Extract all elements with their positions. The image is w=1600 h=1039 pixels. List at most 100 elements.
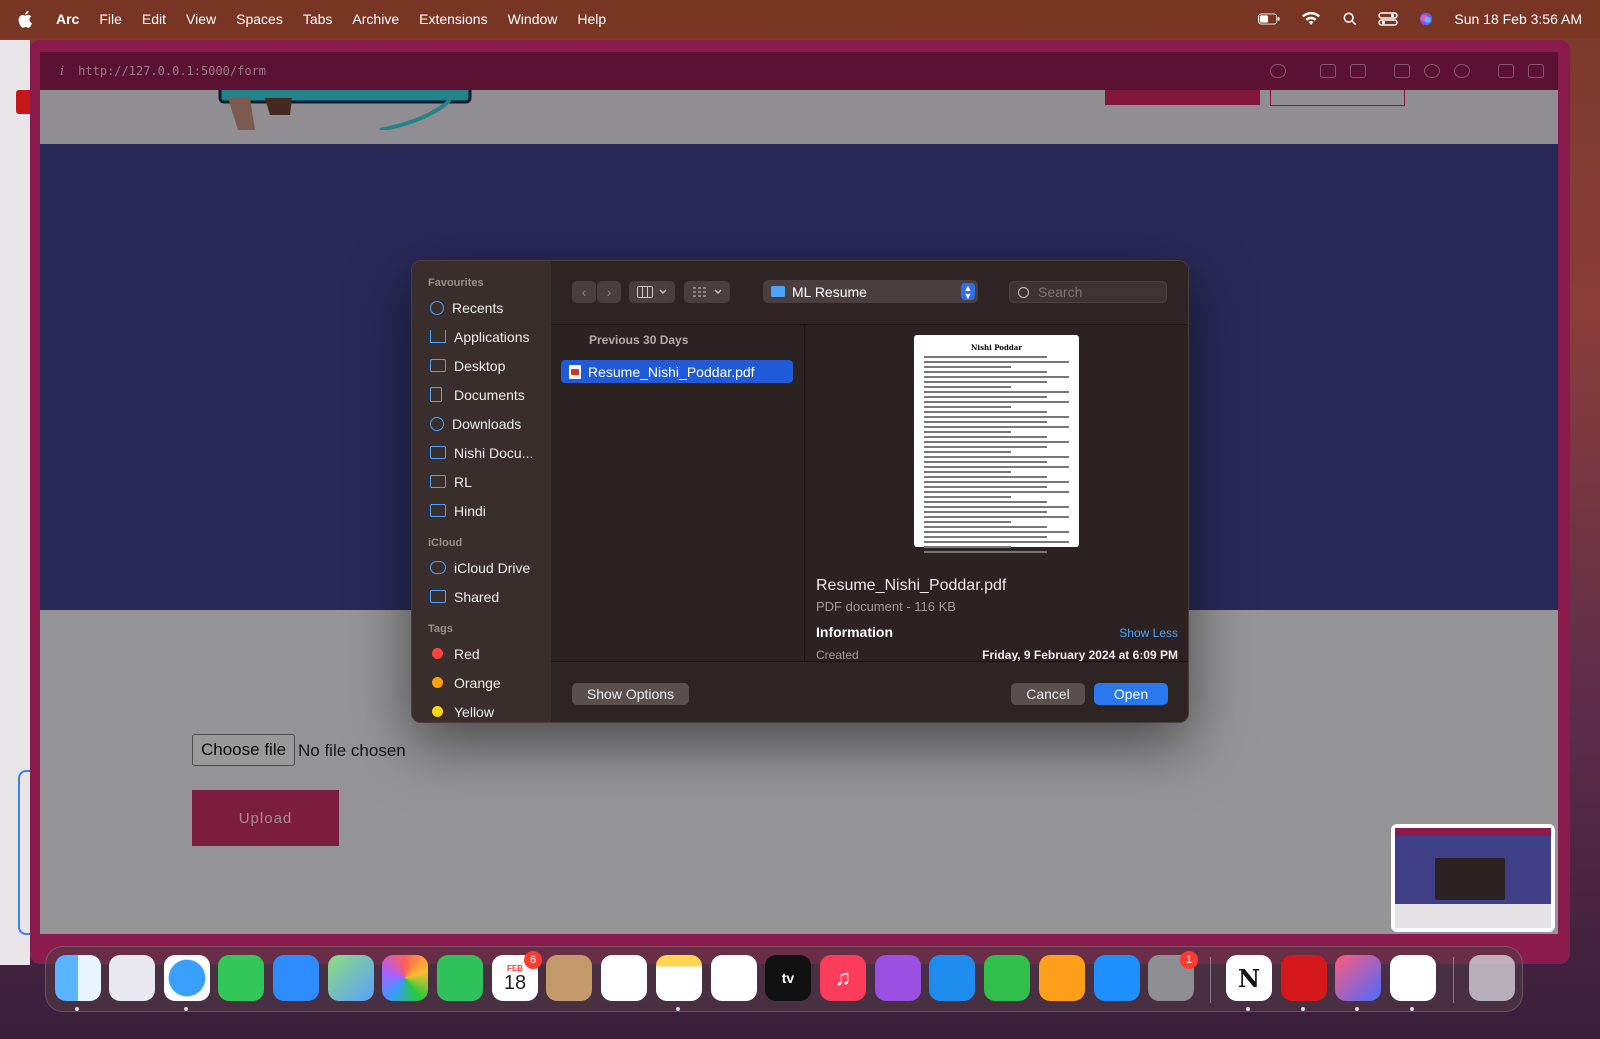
music-icon[interactable]: ♫ xyxy=(820,955,866,1001)
podcasts-icon[interactable] xyxy=(875,955,921,1001)
facetime-icon[interactable] xyxy=(437,955,483,1001)
trash-icon[interactable] xyxy=(1469,955,1515,1001)
capture-icon[interactable] xyxy=(1320,64,1336,78)
notes-icon[interactable] xyxy=(656,955,702,1001)
messages-icon[interactable] xyxy=(218,955,264,1001)
header-primary-button[interactable] xyxy=(1105,90,1260,105)
date-group-heading: Previous 30 Days xyxy=(589,333,689,347)
cancel-button[interactable]: Cancel xyxy=(1011,683,1085,705)
folder-icon xyxy=(771,286,785,297)
url-bar[interactable]: i http://127.0.0.1:5000/form xyxy=(40,52,1558,90)
sidebar-item-label: Yellow xyxy=(454,703,494,720)
file-status-text: No file chosen xyxy=(298,741,406,760)
dialog-search-field[interactable]: Search xyxy=(1009,281,1167,303)
reminders-icon[interactable] xyxy=(601,955,647,1001)
file-name: Resume_Nishi_Poddar.pdf xyxy=(588,363,755,380)
sidebar-item-downloads[interactable]: Downloads xyxy=(412,409,551,438)
menu-view[interactable]: View xyxy=(186,11,216,27)
file-column: Previous 30 Days Resume_Nishi_Poddar.pdf xyxy=(551,325,805,661)
apple-icon[interactable] xyxy=(18,10,34,28)
location-popup[interactable]: ML Resume ▲ ▼ xyxy=(763,280,978,303)
sidebar-item-label: Red xyxy=(454,645,480,662)
copy-link-icon[interactable] xyxy=(1270,64,1286,78)
acrobat-tab-icon xyxy=(16,90,30,114)
arc-icon[interactable] xyxy=(1335,955,1381,1001)
globe-icon[interactable] xyxy=(1424,64,1440,78)
battery-icon[interactable] xyxy=(1258,12,1280,26)
sidebar-tag-orange[interactable]: Orange xyxy=(412,668,551,697)
upload-button[interactable]: Upload xyxy=(192,790,339,846)
column-view-button[interactable] xyxy=(629,281,675,303)
site-info-icon[interactable]: i xyxy=(60,64,64,79)
split-view-icon[interactable] xyxy=(1528,64,1544,78)
menu-app-name[interactable]: Arc xyxy=(56,11,79,27)
grid-icon xyxy=(693,287,707,297)
camera-icon[interactable] xyxy=(1350,64,1366,78)
finder-icon[interactable] xyxy=(55,955,101,1001)
menu-file[interactable]: File xyxy=(99,11,122,27)
sidebar-item-icloud-drive[interactable]: iCloud Drive xyxy=(412,553,551,582)
sidebar-tag-red[interactable]: Red xyxy=(412,639,551,668)
notion-icon[interactable]: N xyxy=(1226,955,1272,1001)
menu-bar-clock[interactable]: Sun 18 Feb 3:56 AM xyxy=(1454,11,1582,27)
acrobat-icon[interactable] xyxy=(1281,955,1327,1001)
numbers-icon[interactable] xyxy=(984,955,1030,1001)
columns-icon xyxy=(637,286,653,298)
orange-tag-dot-icon xyxy=(432,677,443,688)
menu-extensions[interactable]: Extensions xyxy=(419,11,487,27)
clock-icon xyxy=(430,300,444,315)
sidebar-item-documents[interactable]: Documents xyxy=(412,380,551,409)
menu-help[interactable]: Help xyxy=(577,11,606,27)
launchpad-icon[interactable] xyxy=(109,955,155,1001)
information-heading: Information xyxy=(816,624,893,640)
sidebar-tag-yellow[interactable]: Yellow xyxy=(412,697,551,722)
sidebar-item-desktop[interactable]: Desktop xyxy=(412,351,551,380)
sidebar-item-nishi-documents[interactable]: Nishi Docu... xyxy=(412,438,551,467)
show-less-link[interactable]: Show Less xyxy=(1119,626,1178,640)
url-text[interactable]: http://127.0.0.1:5000/form xyxy=(78,64,266,78)
search-placeholder: Search xyxy=(1038,284,1083,300)
sidebar-item-shared[interactable]: Shared xyxy=(412,582,551,611)
vscode-icon[interactable] xyxy=(1390,955,1436,1001)
tab-icon[interactable] xyxy=(1394,64,1410,78)
freeform-icon[interactable] xyxy=(711,955,757,1001)
open-button[interactable]: Open xyxy=(1094,683,1168,705)
file-row-selected[interactable]: Resume_Nishi_Poddar.pdf xyxy=(561,360,793,383)
keynote-icon[interactable] xyxy=(929,955,975,1001)
spotlight-search-icon[interactable] xyxy=(1342,12,1358,26)
back-button[interactable]: ‹ xyxy=(572,281,596,303)
menu-tabs[interactable]: Tabs xyxy=(303,11,333,27)
sidebar-item-hindi[interactable]: Hindi xyxy=(412,496,551,525)
sidebar-item-recents[interactable]: Recents xyxy=(412,293,551,322)
screenshot-thumbnail[interactable] xyxy=(1391,824,1555,932)
control-center-icon[interactable] xyxy=(1378,12,1399,26)
maps-icon[interactable] xyxy=(328,955,374,1001)
target-icon[interactable] xyxy=(1454,64,1470,78)
menu-archive[interactable]: Archive xyxy=(352,11,399,27)
sidebar-item-applications[interactable]: Applications xyxy=(412,322,551,351)
applications-icon xyxy=(430,330,446,343)
pages-icon[interactable] xyxy=(1039,955,1085,1001)
siri-icon[interactable] xyxy=(1418,12,1434,26)
forward-button[interactable]: › xyxy=(597,281,621,303)
sidebar-item-rl[interactable]: RL xyxy=(412,467,551,496)
app-store-icon[interactable] xyxy=(1094,955,1140,1001)
system-settings-icon[interactable]: 1 xyxy=(1148,951,1198,1001)
pdf-file-icon xyxy=(569,364,581,379)
header-secondary-button[interactable] xyxy=(1270,90,1405,106)
menu-window[interactable]: Window xyxy=(508,11,558,27)
photos-icon[interactable] xyxy=(382,955,428,1001)
contacts-icon[interactable] xyxy=(546,955,592,1001)
menu-edit[interactable]: Edit xyxy=(142,11,166,27)
wifi-icon[interactable] xyxy=(1300,12,1322,26)
group-view-button[interactable] xyxy=(684,281,730,303)
menu-spaces[interactable]: Spaces xyxy=(236,11,283,27)
show-options-button[interactable]: Show Options xyxy=(572,683,689,705)
calendar-icon[interactable]: FEB 18 6 xyxy=(492,951,542,1001)
mail-icon[interactable] xyxy=(273,955,319,1001)
background-window-frame xyxy=(18,770,30,935)
safari-icon[interactable] xyxy=(164,955,210,1001)
extensions-icon[interactable] xyxy=(1498,64,1514,78)
apple-tv-icon[interactable]: tv xyxy=(765,955,811,1001)
choose-file-button[interactable]: Choose file xyxy=(192,734,296,766)
